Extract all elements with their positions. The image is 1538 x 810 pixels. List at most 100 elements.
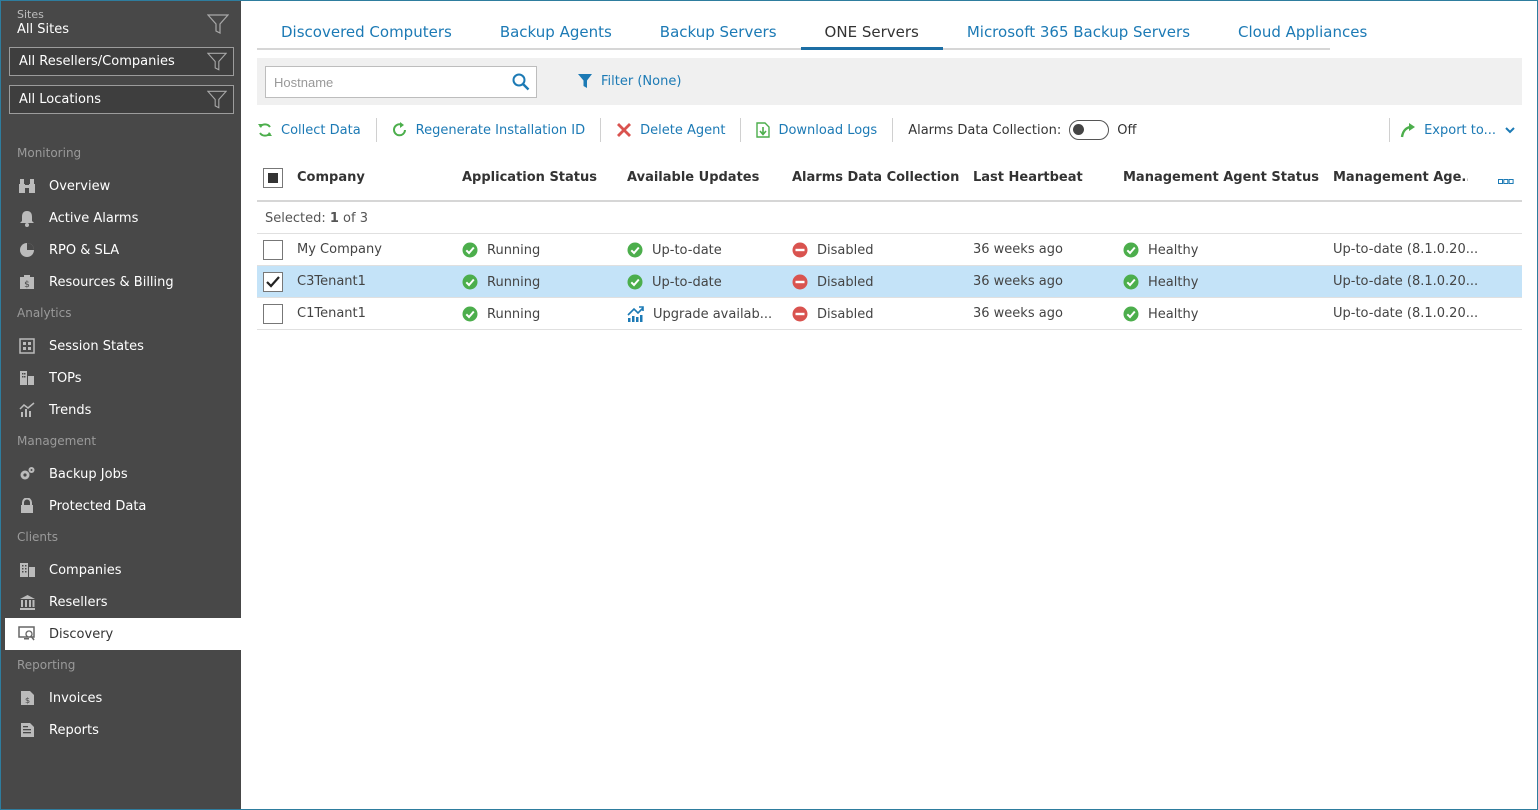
check-circle-icon: [462, 306, 478, 322]
row-checkbox[interactable]: [263, 272, 283, 292]
tab-bar: Discovered Computers Backup Agents Backu…: [257, 17, 1367, 50]
tab-backup-agents[interactable]: Backup Agents: [476, 17, 636, 50]
sidebar-item-label: Invoices: [49, 690, 103, 706]
sidebar-item-label: Resellers: [49, 594, 108, 610]
sidebar-item-resellers[interactable]: Resellers: [5, 586, 241, 618]
resellers-filter[interactable]: All Resellers/Companies: [9, 47, 234, 76]
filter-icon: [578, 74, 592, 88]
sidebar-item-session-states[interactable]: Session States: [5, 330, 241, 362]
available-updates-text: Up-to-date: [652, 274, 722, 290]
cell-alarms-data-collection: Disabled: [792, 274, 873, 290]
billing-icon: $: [17, 273, 37, 291]
col-management-agent-status[interactable]: Management Agent Status: [1123, 170, 1319, 185]
tab-cloud-appliances[interactable]: Cloud Appliances: [1214, 17, 1391, 50]
sidebar-item-trends[interactable]: Trends: [5, 394, 241, 426]
table-row[interactable]: C3Tenant1 Running Up-to-date Disabled 36…: [257, 266, 1522, 298]
sidebar-item-reports[interactable]: Reports: [5, 714, 241, 746]
delete-agent-label: Delete Agent: [640, 122, 726, 138]
toggle-knob: [1073, 124, 1085, 135]
col-available-updates[interactable]: Available Updates: [627, 170, 759, 185]
chevron-down-icon: [1505, 127, 1515, 134]
locations-filter[interactable]: All Locations: [9, 85, 234, 114]
tab-discovered-computers[interactable]: Discovered Computers: [257, 17, 476, 50]
sites-filter-icon[interactable]: [206, 14, 230, 38]
lock-icon: [17, 497, 37, 515]
sidebar-item-label: TOPs: [49, 370, 82, 386]
table-row[interactable]: My Company Running Up-to-date Disabled 3…: [257, 234, 1522, 266]
application-status-text: Running: [487, 242, 541, 258]
alarms-collection-toggle[interactable]: [1069, 120, 1110, 140]
cell-management-agent-status: Healthy: [1123, 274, 1198, 290]
row-checkbox[interactable]: [263, 304, 283, 324]
cell-management-agent-version: Up-to-date (8.1.0.20...: [1333, 306, 1479, 321]
col-last-heartbeat[interactable]: Last Heartbeat: [973, 170, 1083, 185]
upgrade-available-icon: [627, 306, 644, 322]
cell-available-updates: Upgrade availab...: [627, 306, 787, 322]
sidebar-item-label: Active Alarms: [49, 210, 139, 226]
pie-icon: [17, 241, 37, 259]
one-servers-grid: Company Application Status Available Upd…: [257, 156, 1522, 330]
sidebar-item-backup-jobs[interactable]: Backup Jobs: [5, 458, 241, 490]
search-box: [265, 66, 537, 98]
alarms-collection-label: Alarms Data Collection:: [908, 122, 1062, 138]
delete-agent-button[interactable]: Delete Agent: [616, 122, 725, 138]
tab-backup-servers[interactable]: Backup Servers: [636, 17, 801, 50]
table-row[interactable]: C1Tenant1 Running Upgrade availab... Dis…: [257, 298, 1522, 330]
sidebar-item-invoices[interactable]: $ Invoices: [5, 682, 241, 714]
site-selector[interactable]: Sites All Sites: [17, 8, 69, 37]
cell-alarms-data-collection: Disabled: [792, 242, 873, 258]
sidebar-item-active-alarms[interactable]: Active Alarms: [5, 202, 241, 234]
partial-check-indicator: [268, 173, 278, 183]
column-options-icon[interactable]: [1498, 174, 1514, 189]
cell-last-heartbeat: 36 weeks ago: [973, 242, 1063, 257]
section-clients: Clients: [17, 530, 58, 544]
search-icon[interactable]: [512, 73, 530, 95]
col-company[interactable]: Company: [297, 170, 365, 185]
locations-filter-label: All Locations: [19, 92, 102, 107]
sidebar-item-overview[interactable]: Overview: [5, 170, 241, 202]
col-application-status[interactable]: Application Status: [462, 170, 597, 185]
tab-microsoft-365-backup-servers[interactable]: Microsoft 365 Backup Servers: [943, 17, 1214, 50]
collect-data-button[interactable]: Collect Data: [257, 122, 361, 138]
sidebar-item-label: Protected Data: [49, 498, 147, 514]
row-checkbox[interactable]: [263, 240, 283, 260]
alarms-data-collection-text: Disabled: [817, 274, 874, 290]
cell-last-heartbeat: 36 weeks ago: [973, 306, 1063, 321]
selection-summary: Selected: 1 of 3: [257, 202, 1522, 234]
sidebar-item-rpo-sla[interactable]: RPO & SLA: [5, 234, 241, 266]
check-circle-icon: [627, 274, 643, 290]
tab-one-servers[interactable]: ONE Servers: [800, 17, 943, 50]
sidebar-item-discovery[interactable]: Discovery: [5, 618, 242, 650]
funnel-icon: [206, 52, 228, 75]
bell-icon: [17, 209, 37, 227]
toolbar-divider: [1389, 118, 1390, 142]
check-circle-icon: [1123, 242, 1139, 258]
toolbar-divider: [375, 118, 377, 142]
section-monitoring: Monitoring: [17, 146, 82, 160]
sidebar-item-protected-data[interactable]: Protected Data: [5, 490, 241, 522]
sidebar-item-label: Session States: [49, 338, 144, 354]
bank-icon: [17, 593, 37, 611]
sidebar-item-tops[interactable]: TOPs: [5, 362, 241, 394]
sidebar-item-label: Trends: [49, 402, 92, 418]
download-logs-button[interactable]: Download Logs: [756, 122, 877, 138]
select-all-checkbox[interactable]: [263, 168, 283, 188]
sidebar: Sites All Sites All Resellers/Companies …: [1, 1, 242, 809]
sidebar-item-companies[interactable]: Companies: [5, 554, 241, 586]
check-circle-icon: [462, 242, 478, 258]
download-logs-label: Download Logs: [778, 122, 878, 138]
application-status-text: Running: [487, 274, 541, 290]
cell-application-status: Running: [462, 306, 540, 322]
filter-label: Filter (None): [601, 73, 682, 89]
management-agent-status-text: Healthy: [1148, 306, 1199, 322]
col-management-agent-version[interactable]: Management Age...: [1333, 170, 1468, 185]
svg-text:$: $: [24, 280, 30, 290]
col-alarms-data-collection[interactable]: Alarms Data Collection: [792, 170, 959, 185]
regenerate-installation-id-button[interactable]: Regenerate Installation ID: [392, 122, 585, 138]
filter-button[interactable]: Filter (None): [577, 73, 681, 89]
export-button[interactable]: Export to...: [1400, 117, 1516, 143]
hostname-search-input[interactable]: [266, 67, 496, 97]
sidebar-item-label: Discovery: [49, 626, 114, 642]
selection-prefix: Selected:: [265, 211, 330, 226]
sidebar-item-resources-billing[interactable]: $ Resources & Billing: [5, 266, 241, 298]
